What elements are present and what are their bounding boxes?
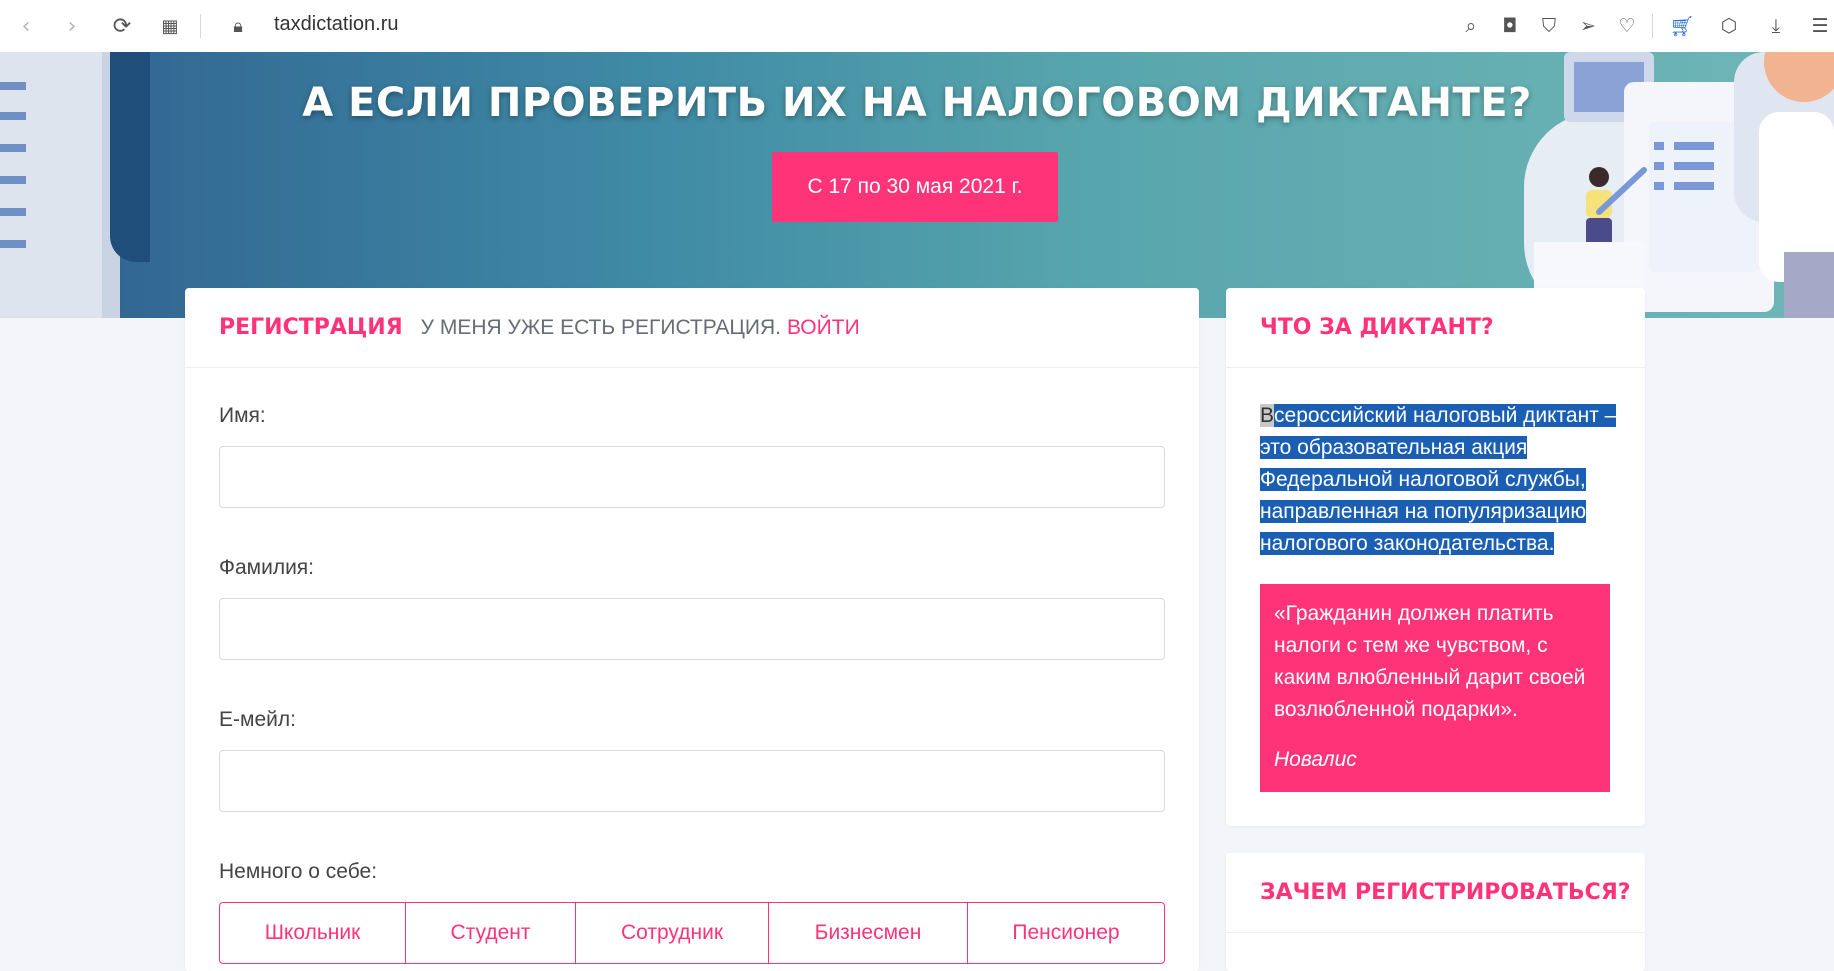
- email-input[interactable]: [219, 750, 1165, 812]
- registration-title: РЕГИСТРАЦИЯ: [219, 315, 403, 340]
- registration-header: РЕГИСТРАЦИЯ У МЕНЯ УЖЕ ЕСТЬ РЕГИСТРАЦИЯ.…: [185, 288, 1199, 368]
- login-link[interactable]: ВОЙТИ: [787, 316, 860, 340]
- why-register-card: ЗАЧЕМ РЕГИСТРИРОВАТЬСЯ?: [1226, 853, 1645, 971]
- download-icon[interactable]: ⤓: [1760, 10, 1792, 42]
- first-name-input[interactable]: [219, 446, 1165, 508]
- option-employee[interactable]: Сотрудник: [576, 903, 769, 963]
- quote-author: Новалис: [1274, 748, 1357, 771]
- option-student[interactable]: Студент: [406, 903, 576, 963]
- cart-icon[interactable]: 🛒︎: [1666, 10, 1698, 42]
- lock-icon[interactable]: 🔒︎: [222, 10, 254, 42]
- decor-bar: [0, 144, 26, 152]
- option-pensioner[interactable]: Пенсионер: [968, 903, 1164, 963]
- back-icon[interactable]: ‹: [10, 10, 42, 42]
- hero-banner: А ЕСЛИ ПРОВЕРИТЬ ИХ НА НАЛОГОВОМ ДИКТАНТ…: [0, 52, 1834, 318]
- about-self-segmented-control: Школьник Студент Сотрудник Бизнесмен Пен…: [219, 902, 1165, 964]
- decor-bar: [0, 208, 26, 216]
- about-title: ЧТО ЗА ДИКТАНТ?: [1260, 315, 1494, 340]
- why-register-title: ЗАЧЕМ РЕГИСТРИРОВАТЬСЯ?: [1260, 880, 1631, 905]
- about-header: ЧТО ЗА ДИКТАНТ?: [1226, 288, 1645, 368]
- quote-block: «Гражданин должен платить налоги с тем ж…: [1260, 584, 1610, 792]
- camera-icon[interactable]: ◘: [1494, 10, 1526, 42]
- forward-icon[interactable]: ›: [56, 10, 88, 42]
- decor-bar: [0, 176, 26, 184]
- option-businessman[interactable]: Бизнесмен: [769, 903, 968, 963]
- settings-sliders-icon[interactable]: ☰: [1804, 10, 1834, 42]
- last-name-label: Фамилия:: [219, 556, 315, 579]
- decor-bar: [0, 240, 26, 248]
- zoom-search-icon[interactable]: ⌕: [1455, 10, 1487, 42]
- selected-text: сероссийский налоговый диктант – это обр…: [1260, 404, 1617, 555]
- registration-card: РЕГИСТРАЦИЯ У МЕНЯ УЖЕ ЕСТЬ РЕГИСТРАЦИЯ.…: [185, 288, 1199, 971]
- shield-icon[interactable]: ⛉: [1533, 10, 1565, 42]
- toolbar-separator: [1652, 14, 1653, 38]
- quote-text: «Гражданин должен платить налоги с тем ж…: [1274, 602, 1586, 721]
- hero-title: А ЕСЛИ ПРОВЕРИТЬ ИХ НА НАЛОГОВОМ ДИКТАНТ…: [302, 80, 1532, 126]
- about-description[interactable]: Всероссийский налоговый диктант – это об…: [1260, 400, 1620, 560]
- first-name-label: Имя:: [219, 404, 266, 427]
- browser-toolbar: ‹ › ⟳ ▦ 🔒︎ taxdictation.ru ⌕ ◘ ⛉ ➢ ♡ 🛒︎ …: [0, 0, 1834, 52]
- send-icon[interactable]: ➢: [1572, 10, 1604, 42]
- box-icon[interactable]: ⬡: [1713, 10, 1745, 42]
- email-label: Е-мейл:: [219, 708, 296, 731]
- address-bar[interactable]: taxdictation.ru: [274, 13, 399, 36]
- already-registered-text: У МЕНЯ УЖЕ ЕСТЬ РЕГИСТРАЦИЯ.: [420, 315, 781, 339]
- heart-icon[interactable]: ♡: [1611, 10, 1643, 42]
- last-name-input[interactable]: [219, 598, 1165, 660]
- date-button[interactable]: С 17 по 30 мая 2021 г.: [772, 152, 1058, 222]
- toolbar-separator: [200, 14, 201, 38]
- reload-icon[interactable]: ⟳: [106, 10, 138, 42]
- tabs-grid-icon[interactable]: ▦: [154, 10, 186, 42]
- selection-first-letter: В: [1260, 404, 1275, 427]
- why-register-header: ЗАЧЕМ РЕГИСТРИРОВАТЬСЯ?: [1226, 853, 1645, 933]
- option-schoolchild[interactable]: Школьник: [220, 903, 406, 963]
- about-self-label: Немного о себе:: [219, 860, 378, 883]
- about-dictation-card: ЧТО ЗА ДИКТАНТ? Всероссийский налоговый …: [1226, 288, 1645, 826]
